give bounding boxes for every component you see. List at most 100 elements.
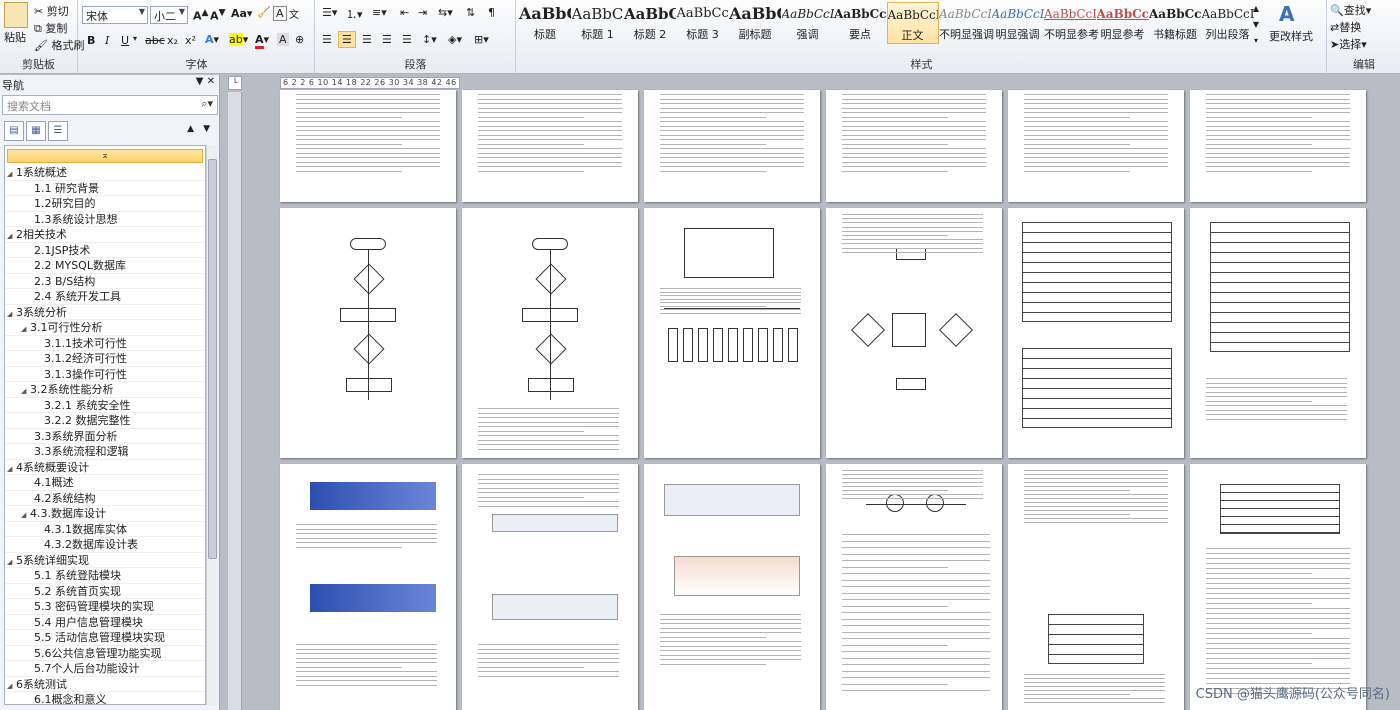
- chinese-layout-icon[interactable]: ⇆▾: [438, 6, 453, 19]
- nav-heading-item[interactable]: 4.3.1数据库实体: [5, 522, 205, 537]
- nav-heading-item[interactable]: 3.2.2 数据完整性: [5, 413, 205, 429]
- increase-indent-icon[interactable]: ⇥: [418, 6, 427, 19]
- document-page[interactable]: [1190, 464, 1366, 710]
- ruler-toggle-button[interactable]: └: [228, 76, 242, 90]
- nav-heading-item[interactable]: 3.3系统界面分析: [5, 429, 205, 444]
- cut-button[interactable]: ✂ 剪切: [34, 3, 69, 19]
- nav-heading-item[interactable]: 2.4 系统开发工具: [5, 289, 205, 305]
- align-center-icon[interactable]: ☰: [338, 31, 356, 48]
- nav-heading-item[interactable]: 3.1.3操作可行性: [5, 367, 205, 382]
- select-button[interactable]: ➤选择▾: [1330, 36, 1367, 52]
- line-spacing-icon[interactable]: ↕▾: [422, 33, 437, 46]
- format-painter-button[interactable]: 🖌 格式刷: [34, 37, 84, 53]
- phonetic-button[interactable]: 文: [289, 6, 299, 21]
- gallery-down-icon[interactable]: ▼: [1249, 18, 1263, 32]
- style-4[interactable]: AaBbCcD 标题 3: [677, 2, 729, 44]
- nav-heading-item[interactable]: 3.1.2经济可行性: [5, 351, 205, 367]
- document-page[interactable]: [280, 464, 456, 710]
- nav-heading-item[interactable]: 5.1 系统登陆模块: [5, 568, 205, 584]
- nav-heading-item[interactable]: ◢ 5系统详细实现: [5, 553, 205, 568]
- align-left-icon[interactable]: ☰: [322, 33, 332, 46]
- highlight-icon[interactable]: ab▾: [229, 33, 248, 46]
- document-page[interactable]: [462, 90, 638, 202]
- nav-heading-item[interactable]: 3.1.1技术可行性: [5, 336, 205, 351]
- nav-heading-item[interactable]: 5.2 系统首页实现: [5, 584, 205, 599]
- style-1[interactable]: AaBbC 标题: [519, 2, 571, 44]
- nav-heading-item[interactable]: 4.1概述: [5, 475, 205, 491]
- show-marks-icon[interactable]: ¶: [488, 6, 495, 19]
- document-page[interactable]: [644, 464, 820, 710]
- collapse-all-button[interactable]: ⌅: [7, 149, 203, 163]
- font-family-select[interactable]: 宋体 ▼: [82, 6, 148, 24]
- vertical-ruler[interactable]: [228, 92, 242, 710]
- style-2[interactable]: AaBbCc 标题 1: [572, 2, 624, 44]
- nav-heading-item[interactable]: 2.1JSP技术: [5, 243, 205, 258]
- find-button[interactable]: 🔍查找▾: [1330, 2, 1371, 18]
- next-result-icon[interactable]: ▼: [203, 124, 210, 134]
- change-case-button[interactable]: Aa▾: [231, 7, 252, 20]
- nav-heading-item[interactable]: 2.3 B/S结构: [5, 274, 205, 289]
- distributed-icon[interactable]: ☰: [402, 33, 412, 46]
- font-size-select[interactable]: 小二 ▼: [150, 6, 188, 24]
- underline-dropdown-icon[interactable]: ▾: [133, 34, 137, 43]
- paste-icon[interactable]: [4, 2, 28, 28]
- style-12[interactable]: AaBbCcDd 明显参考: [1097, 2, 1149, 44]
- nav-scroll-thumb[interactable]: [208, 159, 217, 559]
- results-view-icon[interactable]: ☰: [48, 121, 68, 141]
- paste-button[interactable]: 粘贴: [4, 29, 26, 45]
- style-10[interactable]: AaBbCcDd 明显强调: [992, 2, 1044, 44]
- document-page[interactable]: [826, 208, 1002, 458]
- document-page[interactable]: [1008, 464, 1184, 710]
- style-5[interactable]: AaBbC 副标题: [729, 2, 781, 44]
- copy-button[interactable]: ⧉ 复制: [34, 20, 67, 36]
- style-6[interactable]: AaBbCcDd 强调: [782, 2, 834, 44]
- nav-heading-item[interactable]: 2.2 MYSQL数据库: [5, 258, 205, 274]
- expand-triangle-icon[interactable]: ◢: [21, 384, 30, 400]
- nav-heading-item[interactable]: ◢ 3.2系统性能分析: [5, 382, 205, 398]
- nav-search-input[interactable]: 搜索文档 ⌕▾: [2, 95, 218, 115]
- gallery-up-icon[interactable]: ▲: [1249, 2, 1263, 16]
- nav-heading-item[interactable]: ◢ 3.1可行性分析: [5, 320, 205, 336]
- document-page[interactable]: [280, 208, 456, 458]
- expand-triangle-icon[interactable]: ◢: [7, 229, 16, 245]
- change-styles-button[interactable]: 更改样式: [1269, 28, 1313, 44]
- replace-button[interactable]: ⇄替换: [1330, 19, 1361, 35]
- expand-triangle-icon[interactable]: ◢: [7, 167, 16, 183]
- clear-format-icon[interactable]: 🧹: [257, 6, 271, 19]
- expand-triangle-icon[interactable]: ◢: [7, 307, 16, 323]
- style-9[interactable]: AaBbCcDd 不明显强调: [939, 2, 994, 44]
- bullets-icon[interactable]: ☰▾: [322, 6, 337, 19]
- expand-triangle-icon[interactable]: ◢: [21, 508, 30, 524]
- nav-heading-item[interactable]: ◢ 1系统概述: [5, 165, 205, 181]
- change-styles-icon[interactable]: A: [1279, 2, 1294, 26]
- document-page[interactable]: [1190, 90, 1366, 202]
- expand-triangle-icon[interactable]: ◢: [7, 462, 16, 478]
- document-page[interactable]: [462, 208, 638, 458]
- nav-heading-item[interactable]: 6.1概念和意义: [5, 692, 205, 704]
- pages-view-icon[interactable]: ▦: [26, 121, 46, 141]
- document-page[interactable]: [1008, 208, 1184, 458]
- prev-result-icon[interactable]: ▲: [187, 124, 194, 134]
- nav-heading-item[interactable]: 1.1 研究背景: [5, 181, 205, 196]
- shading-icon[interactable]: ◈▾: [448, 33, 462, 46]
- document-page[interactable]: [280, 90, 456, 202]
- underline-button[interactable]: U: [121, 34, 129, 47]
- shrink-font-button[interactable]: A▼: [210, 7, 226, 23]
- expand-triangle-icon[interactable]: ◢: [21, 322, 30, 338]
- nav-heading-item[interactable]: ◢ 3系统分析: [5, 305, 205, 323]
- style-7[interactable]: AaBbCcDd 要点: [834, 2, 886, 44]
- nav-heading-item[interactable]: 1.3系统设计思想: [5, 212, 205, 227]
- nav-heading-item[interactable]: 5.4 用户信息管理模块: [5, 615, 205, 630]
- nav-heading-item[interactable]: 5.5 活动信息管理模块实现: [5, 630, 205, 646]
- style-11[interactable]: AaBbCcDd 不明显参考: [1044, 2, 1099, 44]
- style-14[interactable]: AaBbCcDd 列出段落: [1202, 2, 1254, 44]
- style-13[interactable]: AaBbCcDd 书籍标题: [1149, 2, 1201, 44]
- gallery-more-icon[interactable]: ▾: [1249, 34, 1263, 48]
- char-border-button[interactable]: A: [273, 6, 287, 21]
- justify-icon[interactable]: ☰: [382, 33, 392, 46]
- nav-heading-item[interactable]: 3.2.1 系统安全性: [5, 398, 205, 413]
- nav-scrollbar[interactable]: [206, 145, 218, 705]
- style-3[interactable]: AaBbC 标题 2: [624, 2, 676, 44]
- document-page[interactable]: [644, 90, 820, 202]
- document-page[interactable]: [826, 90, 1002, 202]
